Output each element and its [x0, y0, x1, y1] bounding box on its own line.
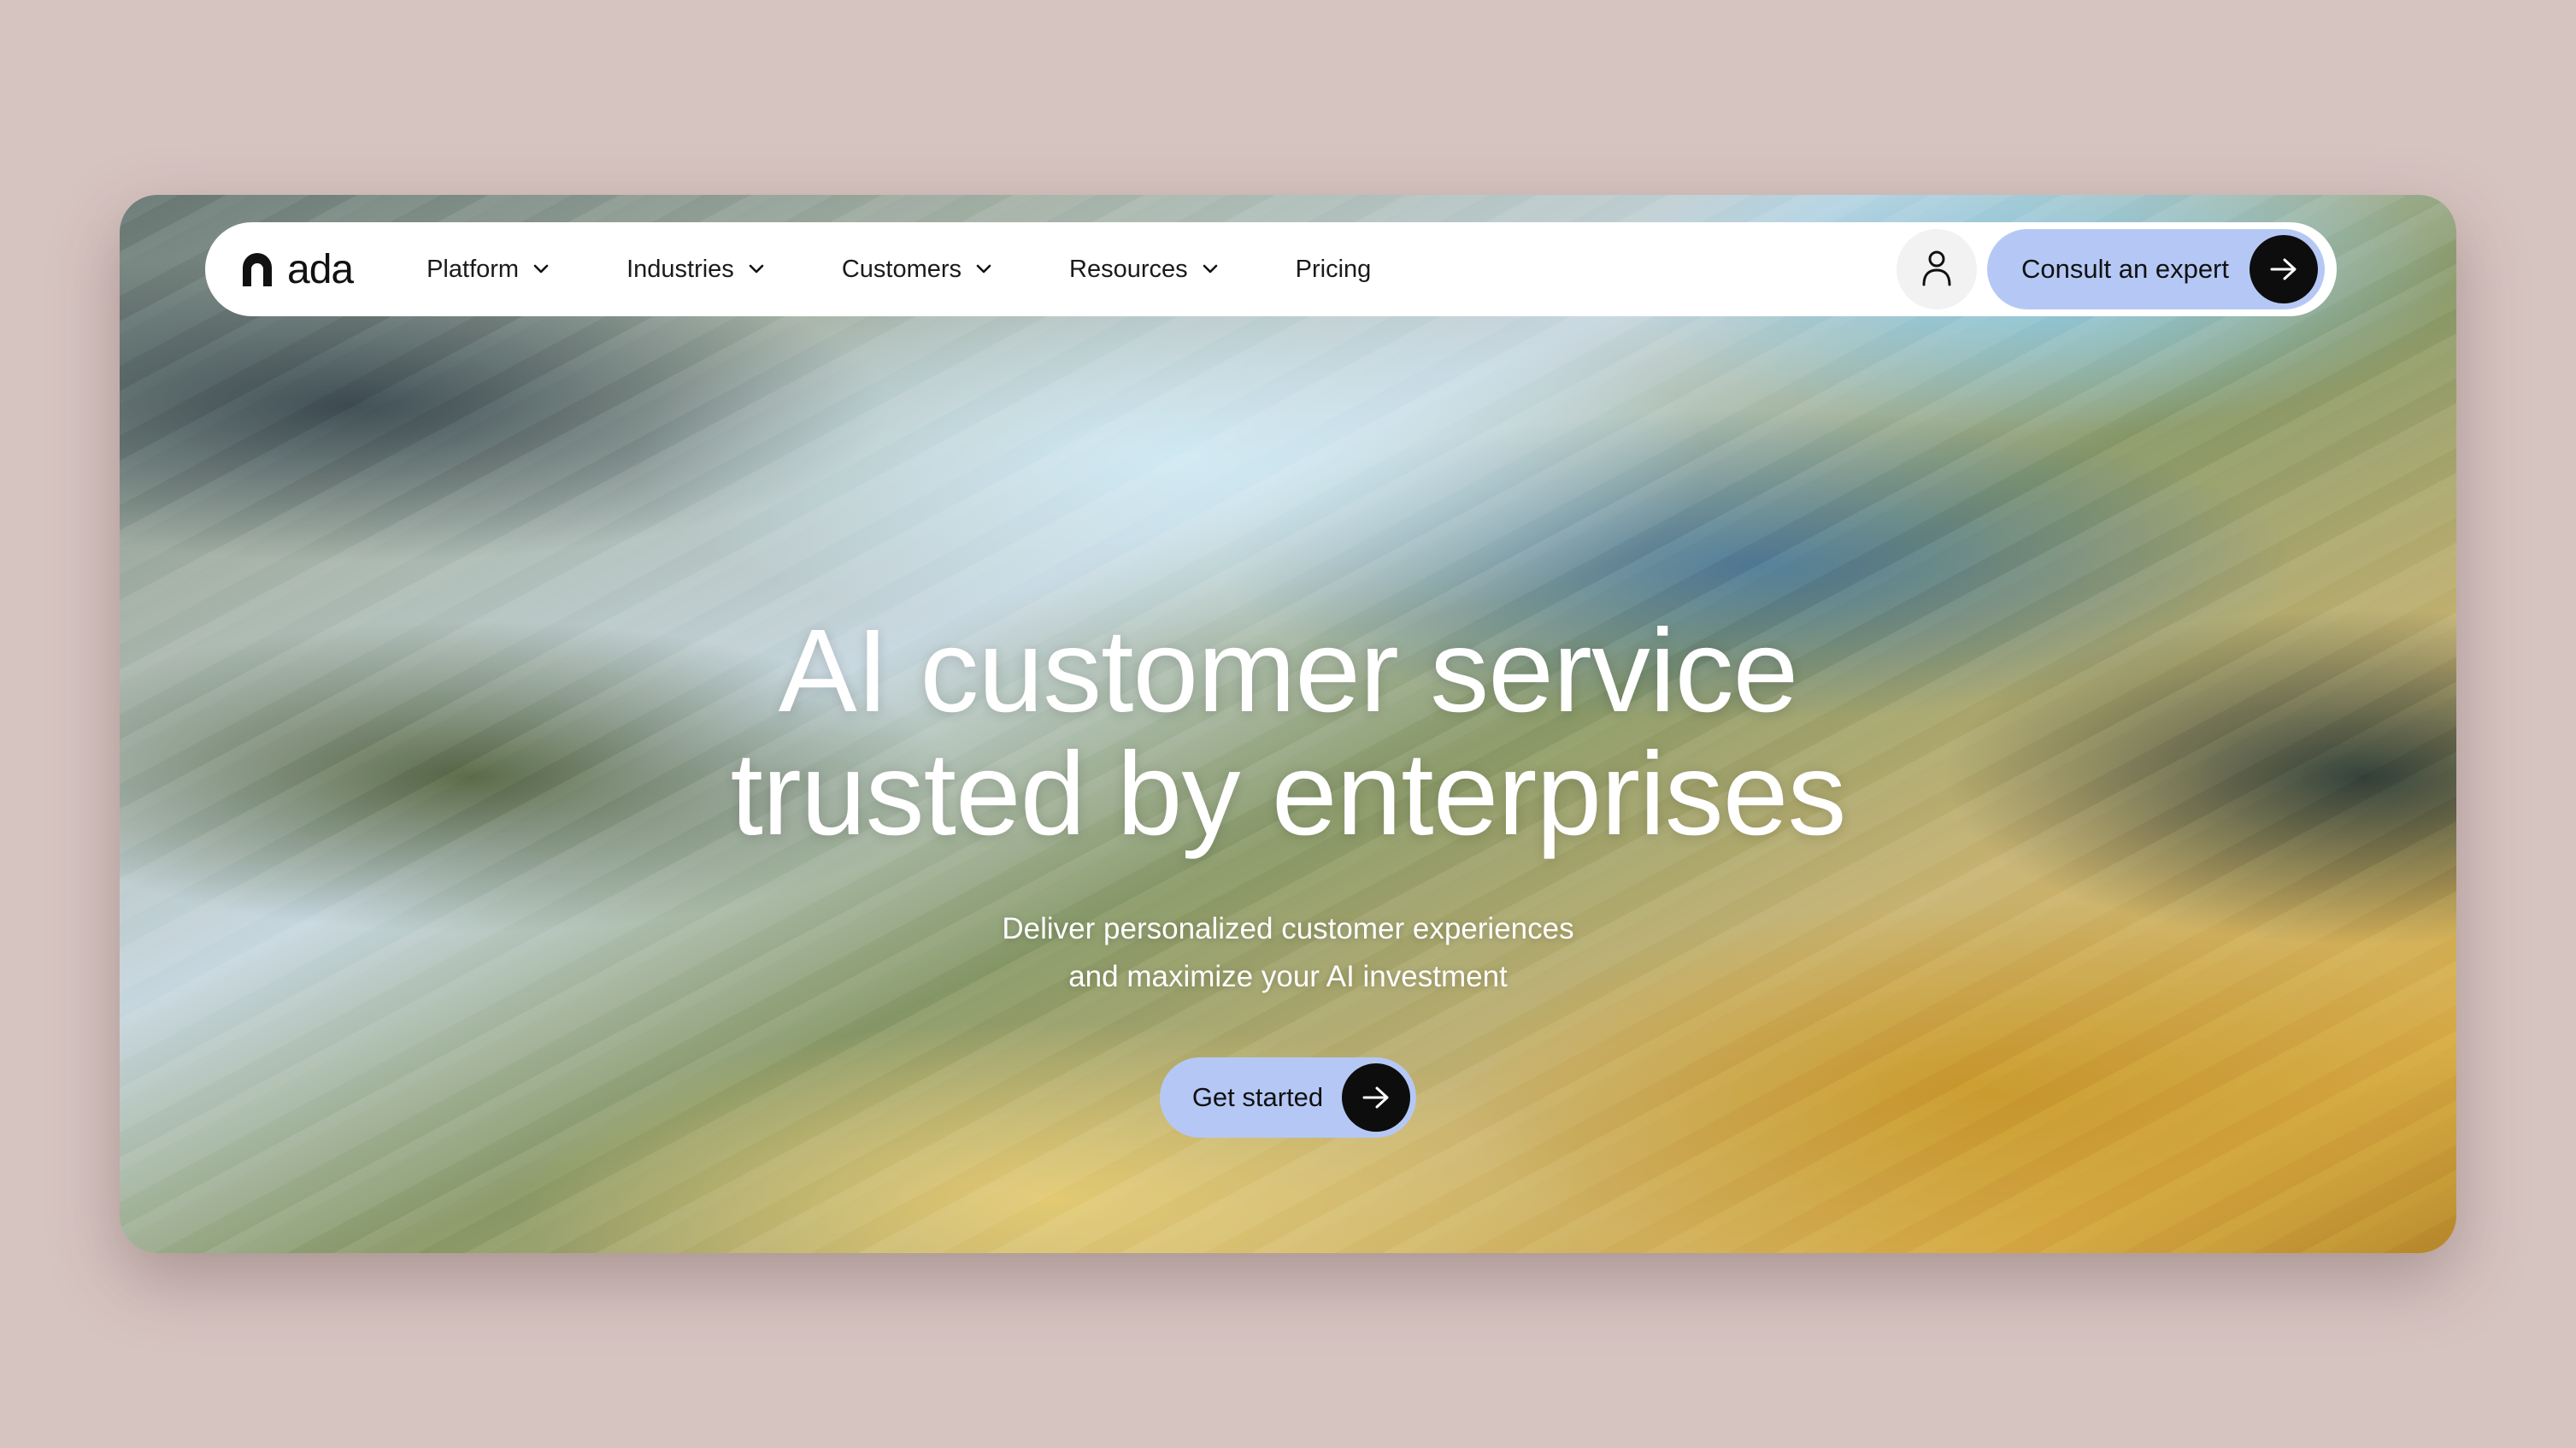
hero-title-line-1: AI customer service: [778, 605, 1799, 737]
hero-subtitle: Deliver personalized customer experience…: [903, 905, 1673, 1001]
brand-logo[interactable]: ada: [239, 246, 354, 293]
nav-item-label: Customers: [841, 255, 962, 283]
nav-menu: Platform Industries Customers Resources: [426, 256, 1448, 284]
user-icon: [1920, 249, 1953, 291]
browser-frame: ada Platform Industries Customers Resour…: [120, 195, 2456, 1253]
ada-arch-logo-icon: [239, 250, 275, 288]
hero-subtitle-line-1: Deliver personalized customer experience…: [1002, 912, 1574, 945]
chevron-down-icon: [975, 264, 992, 274]
hero-section: AI customer service trusted by enterpris…: [120, 609, 2456, 1138]
nav-item-label: Platform: [426, 255, 520, 283]
nav-item-platform[interactable]: Platform: [426, 256, 550, 284]
chevron-down-icon: [1202, 264, 1219, 274]
nav-item-industries[interactable]: Industries: [626, 256, 765, 284]
chevron-down-icon: [532, 264, 550, 274]
brand-name: ada: [287, 246, 354, 292]
get-started-label: Get started: [1191, 1082, 1324, 1112]
consult-expert-label: Consult an expert: [2021, 254, 2229, 284]
get-started-button[interactable]: Get started: [1159, 1057, 1417, 1138]
hero-subtitle-line-2: and maximize your AI investment: [1068, 960, 1508, 993]
nav-item-customers[interactable]: Customers: [842, 256, 992, 284]
consult-expert-button[interactable]: Consult an expert: [1987, 229, 2325, 309]
nav-item-label: Resources: [1069, 255, 1188, 283]
hero-title: AI customer service trusted by enterpris…: [120, 609, 2456, 856]
nav-item-label: Industries: [626, 255, 734, 283]
nav-actions: Consult an expert: [1897, 229, 2325, 309]
nav-item-label: Pricing: [1295, 255, 1372, 283]
account-button[interactable]: [1897, 229, 1978, 309]
top-navbar: ada Platform Industries Customers Resour…: [205, 222, 2337, 316]
arrow-right-icon: [1342, 1063, 1411, 1132]
arrow-right-icon: [2250, 235, 2318, 303]
chevron-down-icon: [748, 264, 765, 274]
nav-item-resources[interactable]: Resources: [1069, 256, 1219, 284]
hero-title-line-2: trusted by enterprises: [730, 728, 1847, 860]
nav-item-pricing[interactable]: Pricing: [1296, 256, 1372, 284]
